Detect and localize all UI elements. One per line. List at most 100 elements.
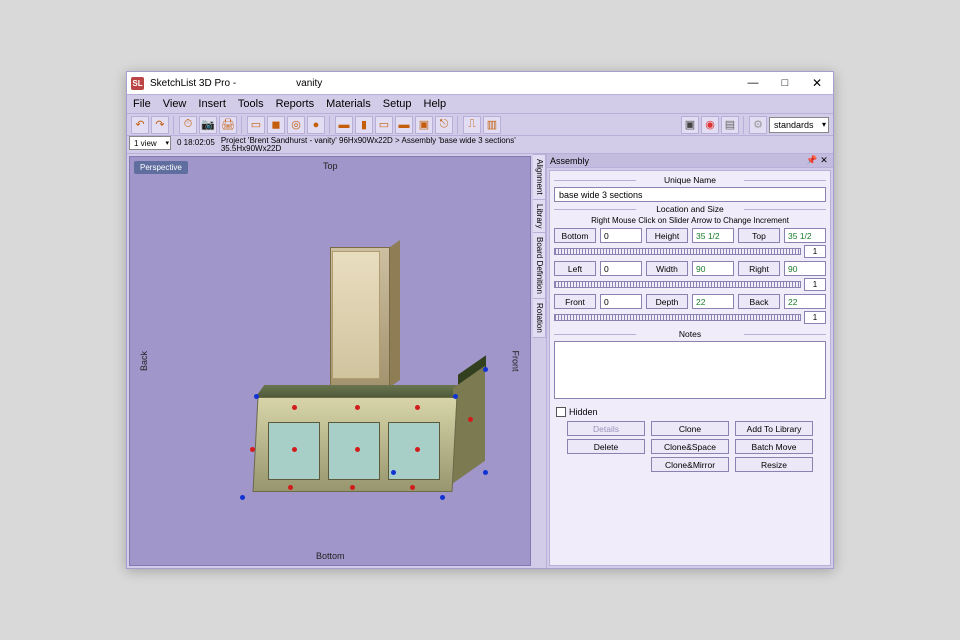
stock-bar-icon[interactable]: ▬ xyxy=(335,116,353,134)
titlebar: SL SketchList 3D Pro - vanity — □ ✕ xyxy=(127,72,833,94)
back-value[interactable]: 22 xyxy=(784,294,826,309)
stock-stick-icon[interactable]: ▮ xyxy=(355,116,373,134)
details-button[interactable]: Details xyxy=(567,421,645,436)
view-label-top: Top xyxy=(323,161,338,171)
stock-block-icon[interactable]: ▬ xyxy=(395,116,413,134)
right-label: Right xyxy=(738,261,780,276)
add-library-button[interactable]: Add To Library xyxy=(735,421,813,436)
app-window: SL SketchList 3D Pro - vanity — □ ✕ File… xyxy=(126,71,834,569)
viewport-3d[interactable]: Perspective Top Bottom Back Front xyxy=(129,156,531,566)
part-target-icon[interactable]: ◎ xyxy=(287,116,305,134)
depth-value[interactable]: 22 xyxy=(692,294,734,309)
side-tab-rotation[interactable]: Rotation xyxy=(533,298,546,338)
step-vertical[interactable]: 1 xyxy=(804,245,826,258)
dim-row-horizontal: Left 0 Width 90 Right 90 xyxy=(554,261,826,276)
panel-pin-icon[interactable]: 📌 xyxy=(806,155,818,167)
top-value[interactable]: 35 1/2 xyxy=(784,228,826,243)
status-strip: 1 view 0 18:02:05 Project 'Brent Sandhur… xyxy=(127,136,833,154)
menu-reports[interactable]: Reports xyxy=(276,98,315,110)
detail-pin-icon[interactable]: ⎍ xyxy=(463,116,481,134)
height-label: Height xyxy=(646,228,688,243)
delete-button[interactable]: Delete xyxy=(567,439,645,454)
menu-setup[interactable]: Setup xyxy=(383,98,412,110)
document-title: vanity xyxy=(296,78,322,89)
menu-tools[interactable]: Tools xyxy=(238,98,264,110)
redo-icon[interactable]: ↷ xyxy=(151,116,169,134)
side-tab-strip: Alignment Library Board Definition Rotat… xyxy=(533,154,546,568)
hidden-label: Hidden xyxy=(569,407,598,417)
top-label: Top xyxy=(738,228,780,243)
view-mode-badge: Perspective xyxy=(134,161,188,174)
menu-file[interactable]: File xyxy=(133,98,151,110)
notes-field[interactable] xyxy=(554,341,826,399)
breadcrumb-line2: 35.5Hx90Wx22D xyxy=(221,145,516,153)
location-size-label: Location and Size xyxy=(554,204,826,214)
clone-space-button[interactable]: Clone&Space xyxy=(651,439,729,454)
part-rect-icon[interactable]: ▭ xyxy=(247,116,265,134)
front-value[interactable]: 0 xyxy=(600,294,642,309)
assembly-panel: Assembly 📌 ✕ Unique Name base wide 3 sec… xyxy=(546,154,833,568)
unique-name-label: Unique Name xyxy=(554,175,826,185)
assembly-panel-header: Assembly 📌 ✕ xyxy=(547,154,833,168)
snap3-icon[interactable]: ▤ xyxy=(721,116,739,134)
part-square-icon[interactable]: ◼ xyxy=(267,116,285,134)
menu-view[interactable]: View xyxy=(163,98,187,110)
side-tab-alignment[interactable]: Alignment xyxy=(533,154,546,200)
menu-materials[interactable]: Materials xyxy=(326,98,371,110)
step-depth[interactable]: 1 xyxy=(804,311,826,324)
elapsed-timer: 0 18:02:05 xyxy=(177,136,215,147)
panel-close-icon[interactable]: ✕ xyxy=(818,155,830,167)
resize-button[interactable]: Resize xyxy=(735,457,813,472)
stock-frame-icon[interactable]: ▣ xyxy=(415,116,433,134)
bottom-label: Bottom xyxy=(554,228,596,243)
step-horizontal[interactable]: 1 xyxy=(804,278,826,291)
stock-panel-icon[interactable]: ▭ xyxy=(375,116,393,134)
slider-hint: Right Mouse Click on Slider Arrow to Cha… xyxy=(554,216,826,225)
snap1-icon[interactable]: ▣ xyxy=(681,116,699,134)
breadcrumb: Project 'Brent Sandhurst - vanity' 96Hx9… xyxy=(221,136,516,153)
side-tab-board-definition[interactable]: Board Definition xyxy=(533,232,546,299)
gear-globe-icon[interactable]: ⚙ xyxy=(749,116,767,134)
window-minimize-button[interactable]: — xyxy=(737,72,769,94)
width-value[interactable]: 90 xyxy=(692,261,734,276)
app-title: SketchList 3D Pro - xyxy=(150,78,236,89)
unique-name-field[interactable]: base wide 3 sections xyxy=(554,187,826,202)
view-label-bottom: Bottom xyxy=(316,551,345,561)
window-maximize-button[interactable]: □ xyxy=(769,72,801,94)
undo-icon[interactable]: ↶ xyxy=(131,116,149,134)
clone-mirror-button[interactable]: Clone&Mirror xyxy=(651,457,729,472)
standards-combo[interactable]: standards xyxy=(769,117,829,133)
view-count-combo[interactable]: 1 view xyxy=(129,136,171,150)
stock-handle-icon[interactable]: ⎋ xyxy=(435,116,453,134)
right-value[interactable]: 90 xyxy=(784,261,826,276)
part-circle-icon[interactable]: ● xyxy=(307,116,325,134)
timer-icon[interactable]: ⏱ xyxy=(179,116,197,134)
hidden-checkbox[interactable] xyxy=(556,407,566,417)
front-label: Front xyxy=(554,294,596,309)
menu-help[interactable]: Help xyxy=(424,98,447,110)
window-close-button[interactable]: ✕ xyxy=(801,72,833,94)
dim-row-vertical: Bottom 0 Height 35 1/2 Top 35 1/2 xyxy=(554,228,826,243)
clone-button[interactable]: Clone xyxy=(651,421,729,436)
slider-vertical[interactable] xyxy=(554,248,801,255)
view-label-front: Front xyxy=(511,350,521,371)
slider-horizontal[interactable] xyxy=(554,281,801,288)
app-icon: SL xyxy=(131,77,144,90)
side-tab-library[interactable]: Library xyxy=(533,199,546,233)
menu-insert[interactable]: Insert xyxy=(198,98,226,110)
detail-panel-icon[interactable]: ▥ xyxy=(483,116,501,134)
batch-move-button[interactable]: Batch Move xyxy=(735,439,813,454)
depth-label: Depth xyxy=(646,294,688,309)
workspace: Perspective Top Bottom Back Front xyxy=(127,154,833,568)
slider-depth[interactable] xyxy=(554,314,801,321)
snap2-icon[interactable]: ◉ xyxy=(701,116,719,134)
bottom-value[interactable]: 0 xyxy=(600,228,642,243)
camera-icon[interactable]: 📷 xyxy=(199,116,217,134)
height-value[interactable]: 35 1/2 xyxy=(692,228,734,243)
view-label-back: Back xyxy=(139,351,149,371)
notes-label: Notes xyxy=(554,329,826,339)
model-preview xyxy=(240,247,475,522)
left-value[interactable]: 0 xyxy=(600,261,642,276)
main-toolbar: ↶ ↷ ⏱ 📷 🖨 ▭ ◼ ◎ ● ▬ ▮ ▭ ▬ ▣ ⎋ ⎍ ▥ ▣ ◉ ▤ … xyxy=(127,114,833,136)
print-icon[interactable]: 🖨 xyxy=(219,116,237,134)
